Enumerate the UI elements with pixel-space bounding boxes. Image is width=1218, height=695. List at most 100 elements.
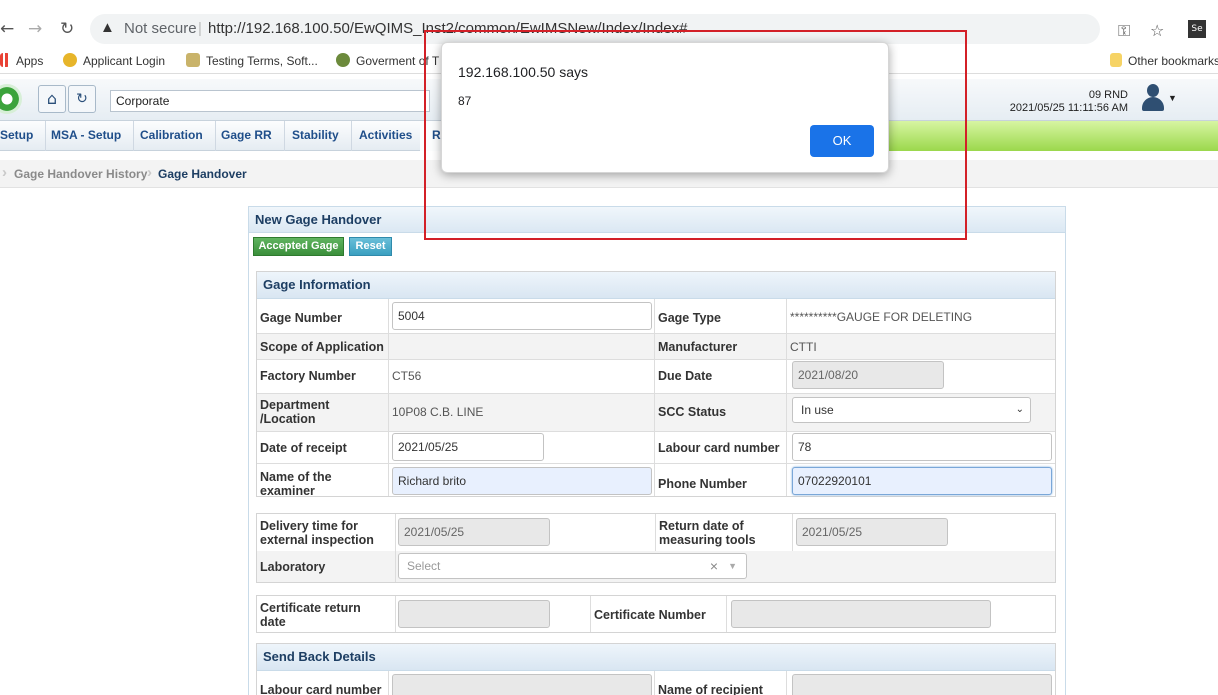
divider [257, 463, 1055, 464]
reload-icon[interactable]: ↻ [60, 19, 74, 39]
company-field[interactable]: Corporate [110, 90, 430, 112]
menu-gage-rr[interactable]: Gage RR [209, 121, 285, 151]
certificate-return-date-field [398, 600, 550, 628]
gage-number-input[interactable]: 5004 [392, 302, 652, 330]
accepted-gage-button[interactable]: Accepted Gage [253, 237, 344, 256]
apps-grid-icon [0, 53, 10, 67]
chevron-down-icon: ▼ [728, 561, 737, 571]
divider [726, 596, 727, 632]
divider [395, 514, 396, 582]
due-date-label: Due Date [658, 369, 713, 383]
labour-card-label: Labour card number [658, 441, 780, 455]
back-icon[interactable]: ← [0, 19, 14, 39]
menu-stability[interactable]: Stability [280, 121, 352, 151]
department-label: Department /Location [260, 398, 330, 426]
due-date-field: 2021/08/20 [792, 361, 944, 389]
menu-activities[interactable]: Activities [347, 121, 426, 151]
breadcrumb-current: Gage Handover [158, 167, 247, 181]
home-icon: ⌂ [46, 89, 58, 108]
scc-status-label: SCC Status [658, 405, 727, 419]
date-receipt-input[interactable]: 2021/05/25 [392, 433, 544, 461]
divider [786, 671, 787, 695]
refresh-icon: ↻ [76, 91, 88, 107]
divider [395, 596, 396, 632]
security-label: Not secure [124, 20, 197, 37]
divider [655, 514, 656, 551]
divider [590, 596, 591, 632]
refresh-button[interactable]: ↻ [68, 85, 96, 113]
phone-label: Phone Number [658, 477, 747, 491]
scc-status-select[interactable]: In use ⌄ [792, 397, 1031, 423]
divider [654, 671, 655, 695]
gage-information-section: Gage Information Gage Number 5004 Gage T… [256, 271, 1056, 498]
warning-icon: ▲ [100, 19, 115, 36]
divider [257, 333, 1055, 334]
section-title: Send Back Details [257, 644, 1055, 671]
bookmark-label: Apps [16, 54, 44, 68]
forward-icon[interactable]: → [28, 19, 42, 39]
send-back-labour-card-label: Labour card number [260, 683, 382, 695]
return-date-label: Return date of measuring tools [659, 519, 756, 547]
divider [792, 514, 793, 551]
chevron-down-icon[interactable]: ▼ [1168, 93, 1177, 103]
bookmark-other[interactable]: Other bookmarks [1110, 53, 1218, 68]
chevron-down-icon: ⌄ [1015, 404, 1024, 415]
scope-label: Scope of Application [260, 340, 384, 354]
laboratory-label: Laboratory [260, 560, 326, 574]
menu-calibration[interactable]: Calibration [128, 121, 216, 151]
gage-type-value: **********GAUGE FOR DELETING [790, 310, 973, 324]
send-back-labour-card-field[interactable] [392, 674, 652, 695]
reset-button[interactable]: Reset [349, 237, 392, 256]
certificate-number-field [731, 600, 991, 628]
factory-number-value: CT56 [392, 369, 422, 383]
emblem-icon [336, 53, 350, 67]
breadcrumb-history[interactable]: Gage Handover History [14, 167, 147, 181]
session-datetime: 2021/05/25 11:11:56 AM [1009, 102, 1128, 114]
certificate-section: Certificate return date Certificate Numb… [256, 595, 1056, 633]
manufacturer-label: Manufacturer [658, 340, 738, 354]
labour-card-input[interactable]: 78 [792, 433, 1052, 461]
certificate-return-date-label: Certificate return date [260, 601, 361, 629]
gage-number-label: Gage Number [260, 311, 342, 325]
gage-handover-panel: New Gage Handover Accepted Gage Reset Ga… [248, 206, 1066, 695]
divider [654, 299, 655, 496]
session-info: 09 RND 2021/05/25 11:11:56 AM [1010, 89, 1128, 115]
bookmark-applicant-login[interactable]: Applicant Login [63, 53, 165, 68]
delivery-time-label: Delivery time for external inspection [260, 519, 374, 547]
selenium-extension-icon[interactable]: Se [1188, 20, 1206, 38]
breadcrumb-separator: › [147, 164, 152, 181]
divider [786, 299, 787, 496]
examiner-label: Name of the examiner [260, 470, 332, 498]
delivery-time-field: 2021/05/25 [398, 518, 550, 546]
menu-msa-setup[interactable]: MSA - Setup [39, 121, 135, 151]
factory-number-label: Factory Number [260, 369, 356, 383]
recipient-label: Name of recipient [658, 683, 763, 695]
divider [388, 671, 389, 695]
bookmark-apps[interactable]: Apps [0, 53, 43, 68]
laboratory-placeholder: Select [407, 559, 441, 573]
breadcrumb-separator: › [2, 164, 7, 181]
phone-input[interactable]: 07022920101 [792, 467, 1052, 495]
section-title: Gage Information [257, 272, 1055, 299]
divider [388, 299, 389, 496]
tools-icon [186, 53, 200, 67]
certificate-number-label: Certificate Number [594, 608, 706, 622]
clear-icon[interactable]: × [710, 554, 718, 578]
return-date-field: 2021/05/25 [796, 518, 948, 546]
url-separator: | [198, 20, 202, 37]
bookmark-testing-terms[interactable]: Testing Terms, Soft... [186, 53, 318, 68]
globe-icon [63, 53, 77, 67]
annotation-highlight [424, 30, 967, 240]
user-code: 09 RND [1088, 89, 1128, 101]
department-value: 10P08 C.B. LINE [392, 405, 484, 419]
star-icon[interactable]: ☆ [1150, 21, 1164, 40]
key-icon[interactable]: ⚿ [1118, 21, 1130, 41]
send-back-section: Send Back Details Labour card number Nam… [256, 643, 1056, 695]
home-button[interactable]: ⌂ [38, 85, 66, 113]
scc-status-value: In use [801, 403, 834, 417]
recipient-field[interactable] [792, 674, 1052, 695]
user-avatar-icon[interactable] [1140, 82, 1166, 112]
examiner-input[interactable]: Richard brito [392, 467, 652, 495]
bookmark-label: Testing Terms, Soft... [206, 54, 318, 68]
laboratory-select[interactable]: Select × ▼ [398, 553, 747, 579]
